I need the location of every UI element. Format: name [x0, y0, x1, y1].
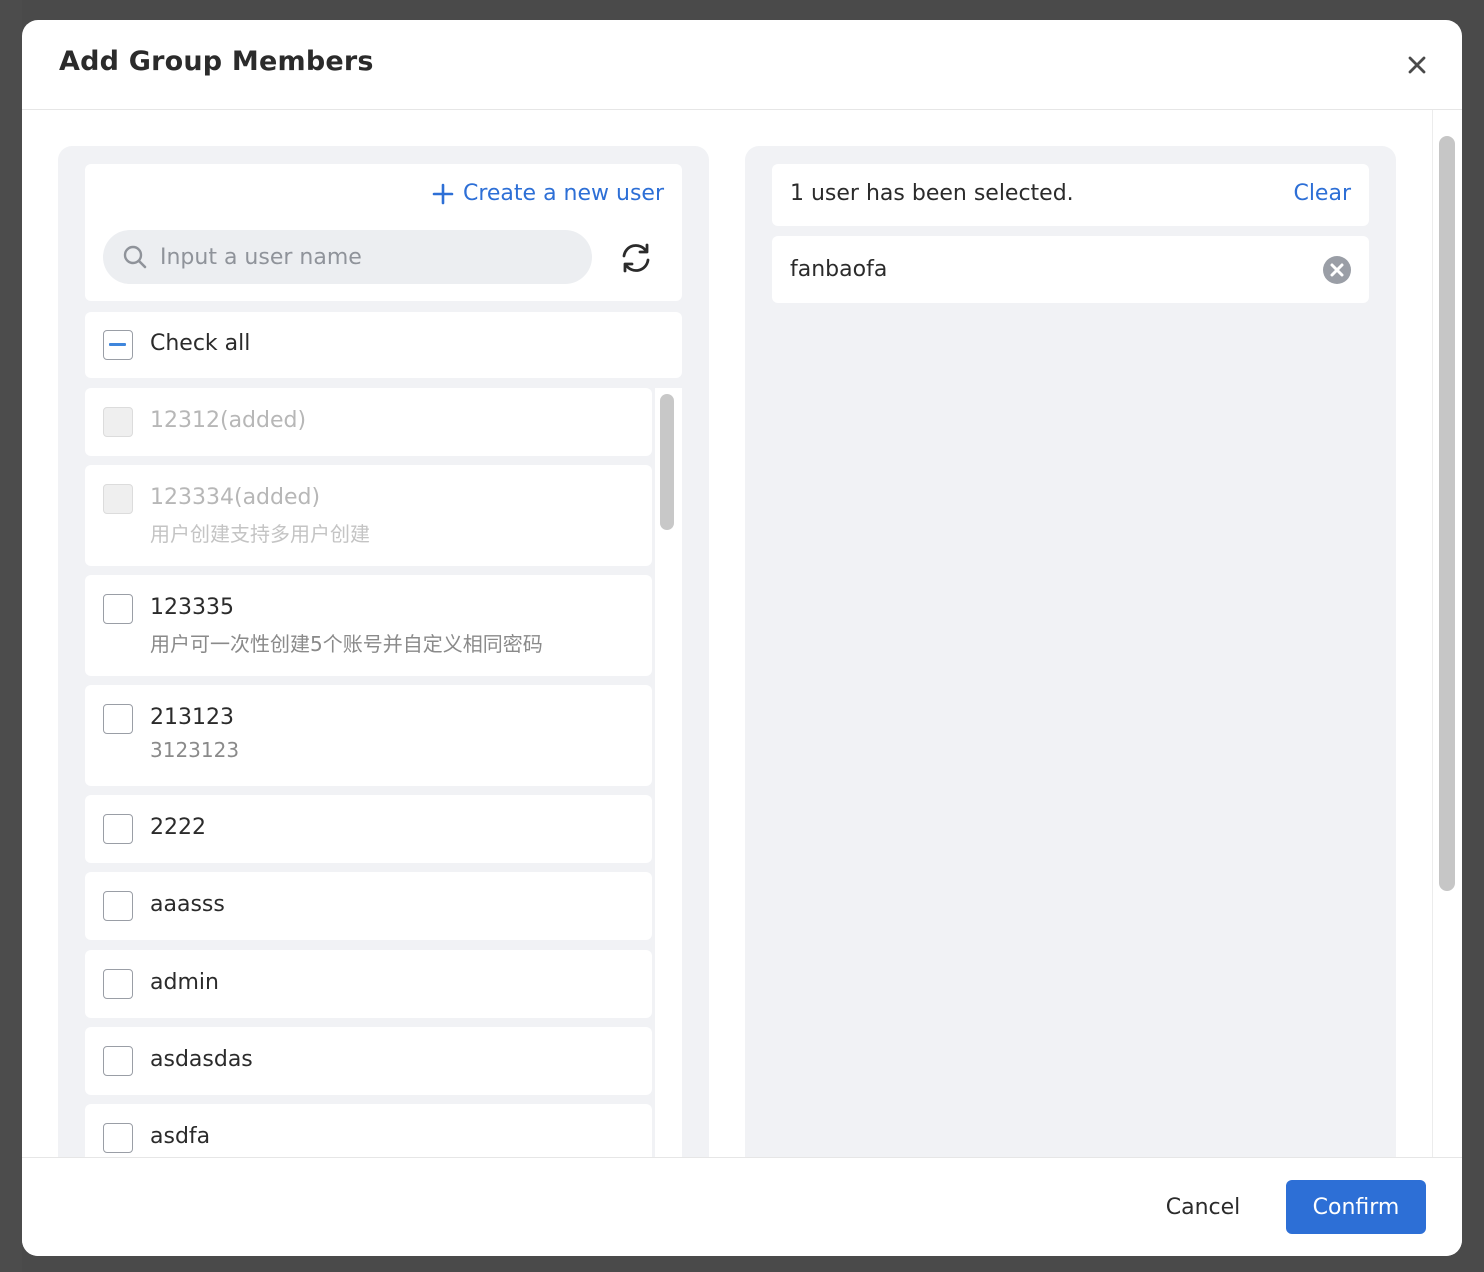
user-list-scrollbar-thumb[interactable] — [660, 394, 674, 530]
search-icon — [123, 245, 147, 269]
user-checkbox[interactable] — [103, 1123, 133, 1153]
close-icon — [1408, 56, 1426, 74]
background-page — [0, 0, 22, 1272]
clear-selection-link[interactable]: Clear — [1293, 181, 1351, 206]
user-name: 12312(added) — [150, 408, 307, 433]
selected-user-name: fanbaofa — [790, 257, 888, 282]
user-name: admin — [150, 970, 219, 995]
user-list-item[interactable]: asdfa — [85, 1104, 652, 1157]
user-list-item[interactable]: 123335 用户可一次性创建5个账号并自定义相同密码 — [85, 575, 652, 676]
user-list-item[interactable]: aaasss — [85, 872, 652, 940]
remove-selected-user-button[interactable] — [1322, 255, 1352, 285]
user-list-item: 12312(added) — [85, 388, 652, 456]
user-name: asdfa — [150, 1124, 211, 1149]
dialog-title: Add Group Members — [59, 46, 374, 77]
user-search-box[interactable] — [103, 230, 592, 284]
user-checkbox[interactable] — [103, 969, 133, 999]
available-users-panel: Create a new user Input a user name Chec… — [58, 146, 709, 1157]
check-all-label: Check all — [150, 331, 251, 356]
create-new-user-link[interactable]: Create a new user — [432, 181, 664, 206]
user-list: 12312(added) 123334(added) 用户创建支持多用户创建 1… — [85, 388, 682, 1157]
remove-circle-icon — [1323, 256, 1351, 284]
user-list-item[interactable]: admin — [85, 950, 652, 1018]
plus-icon — [432, 183, 454, 204]
user-search-card: Create a new user — [85, 164, 682, 301]
user-name: asdasdas — [150, 1047, 253, 1072]
user-checkbox — [103, 407, 133, 437]
refresh-button[interactable] — [618, 240, 654, 276]
user-name: 123334(added) — [150, 485, 321, 510]
refresh-icon — [622, 243, 650, 273]
dialog-body: Create a new user Input a user name Chec… — [22, 110, 1462, 1157]
selected-summary: 1 user has been selected. Clear — [772, 164, 1369, 226]
dialog-footer: Cancel Confirm — [22, 1157, 1462, 1256]
dialog-header: Add Group Members — [22, 20, 1462, 110]
user-list-item[interactable]: 213123 3123123 — [85, 685, 652, 786]
cancel-button[interactable]: Cancel — [1150, 1180, 1256, 1234]
user-description: 用户可一次性创建5个账号并自定义相同密码 — [150, 632, 543, 656]
user-list-item[interactable]: asdasdas — [85, 1027, 652, 1095]
user-name: 123335 — [150, 595, 234, 620]
dialog-scrollbar-thumb[interactable] — [1439, 136, 1455, 891]
user-name: 213123 — [150, 705, 234, 730]
user-checkbox[interactable] — [103, 814, 133, 844]
user-list-item: 123334(added) 用户创建支持多用户创建 — [85, 465, 652, 566]
user-search-input[interactable] — [158, 243, 562, 271]
selected-user-item: fanbaofa — [772, 236, 1369, 303]
close-button[interactable] — [1402, 50, 1432, 80]
user-checkbox[interactable] — [103, 594, 133, 624]
add-group-members-dialog: Add Group Members Create a new user Inpu… — [22, 20, 1462, 1256]
selected-count-text: 1 user has been selected. — [790, 181, 1074, 206]
user-name: aaasss — [150, 892, 225, 917]
user-description: 用户创建支持多用户创建 — [150, 522, 370, 546]
user-checkbox[interactable] — [103, 1046, 133, 1076]
check-all-checkbox[interactable] — [103, 330, 133, 360]
selected-users-panel: 1 user has been selected. Clear fanbaofa — [745, 146, 1396, 1157]
user-checkbox[interactable] — [103, 891, 133, 921]
user-checkbox — [103, 484, 133, 514]
user-list-item[interactable]: 2222 — [85, 795, 652, 863]
check-all-row[interactable]: Check all — [85, 312, 682, 378]
create-new-user-label: Create a new user — [462, 181, 664, 206]
user-name: 2222 — [150, 815, 206, 840]
user-description: 3123123 — [150, 738, 240, 762]
confirm-button[interactable]: Confirm — [1286, 1180, 1426, 1234]
user-checkbox[interactable] — [103, 704, 133, 734]
